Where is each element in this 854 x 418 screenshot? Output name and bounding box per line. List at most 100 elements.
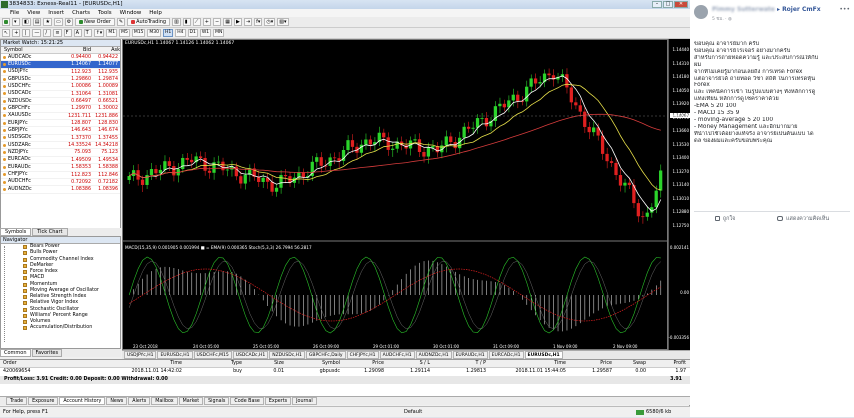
terminal-tab[interactable]: Market (178, 397, 204, 405)
periods-button[interactable]: ◷▾ (264, 18, 276, 26)
chart-tab[interactable]: USDJPYc,H1 (124, 351, 157, 359)
terminal-tab[interactable]: Mailbox (151, 397, 178, 405)
timeframe-d1[interactable]: D1 (187, 29, 198, 37)
column-header[interactable]: Time (486, 360, 566, 367)
market-watch-button[interactable]: ◧ (22, 18, 31, 26)
chart-tab[interactable]: USDCADc,H1 (232, 351, 269, 359)
terminal-button[interactable]: ▭ (53, 18, 63, 26)
chart-shift-button[interactable]: ⇥ (243, 18, 253, 26)
terminal-tab[interactable]: Experts (264, 397, 292, 405)
column-header[interactable]: S / L (384, 360, 430, 367)
chart-tab[interactable]: CHFJPYc,H1 (346, 351, 379, 359)
minimize-button[interactable]: – (652, 1, 662, 8)
indicators-button[interactable]: f▾ (254, 18, 263, 26)
text-button[interactable]: A (73, 29, 82, 37)
menu-help[interactable]: Help (149, 9, 162, 17)
timeframe-m15[interactable]: M15 (131, 29, 146, 37)
tab-symbols[interactable]: Symbols (0, 228, 32, 236)
chart-tab[interactable]: EURAUDc,H1 (452, 351, 488, 359)
horizontal-line-button[interactable]: — (32, 29, 42, 37)
timeframe-h4[interactable]: H4 (175, 29, 186, 37)
terminal-tab[interactable]: Account History (59, 397, 106, 405)
terminal-tab[interactable]: Signals (204, 397, 230, 405)
navigator-item[interactable]: Accumulation/Distribution (23, 325, 120, 331)
chart-tab[interactable]: AUDNZDc,H1 (415, 351, 452, 359)
timeframe-m5[interactable]: M5 (119, 29, 130, 37)
column-header[interactable]: Swap (612, 360, 646, 367)
column-header[interactable]: Price (340, 360, 384, 367)
price-axis[interactable]: 1.14067 1.14440 1.14310 1.14180 1.14050 1.13… (668, 39, 690, 350)
avatar[interactable] (694, 5, 708, 19)
crosshair-button[interactable]: + (12, 29, 21, 37)
tile-button[interactable]: ▦ (223, 18, 232, 26)
column-header[interactable]: Size (242, 360, 284, 367)
col-ask[interactable]: Ask (91, 47, 120, 53)
comment-button[interactable]: แสดงความคิดเห็น (777, 215, 829, 223)
timeframe-m30[interactable]: M30 (147, 29, 162, 37)
candlestick-button[interactable]: ▮ (182, 18, 191, 26)
tab-favorites[interactable]: Favorites (31, 349, 63, 357)
table-row[interactable]: 420069654 2018.11.01 14:42:02 buy 0.01 gbpus… (0, 368, 690, 376)
metaeditor-button[interactable]: ✎ (116, 18, 126, 26)
new-chart-button[interactable] (2, 18, 10, 26)
terminal-tab[interactable]: News (106, 397, 128, 405)
maximize-button[interactable]: □ (663, 1, 673, 8)
trendline-button[interactable]: / (43, 29, 52, 37)
menu-insert[interactable]: Insert (48, 9, 64, 17)
terminal-tab[interactable]: Alerts (128, 397, 151, 405)
more-options-icon[interactable]: ••• (839, 6, 850, 13)
column-header[interactable]: Time (50, 360, 182, 367)
author-page-name[interactable]: Rojer CmFx (782, 6, 821, 13)
label-button[interactable]: T (83, 29, 92, 37)
column-header[interactable]: Profit (646, 360, 686, 367)
col-symbol[interactable]: Symbol (1, 47, 61, 53)
arrows-button[interactable]: ↑▾ (93, 29, 105, 37)
terminal-tab[interactable]: Trade (6, 397, 28, 405)
timeframe-h1[interactable]: H1 (163, 29, 174, 37)
column-header[interactable]: Order (0, 360, 50, 367)
autoscroll-button[interactable]: ▶ (233, 18, 242, 26)
line-chart-button[interactable]: ⟋ (192, 18, 201, 26)
channel-button[interactable]: ≡ (53, 29, 62, 37)
column-header[interactable]: Price (566, 360, 612, 367)
column-header[interactable]: T / P (430, 360, 487, 367)
tester-button[interactable]: ⚙ (64, 18, 74, 26)
tab-common[interactable]: Common (0, 349, 31, 357)
timeframe-w1[interactable]: W1 (199, 29, 212, 37)
like-button[interactable]: ถูกใจ (714, 215, 735, 223)
menu-tools[interactable]: Tools (98, 9, 112, 17)
col-bid[interactable]: Bid (61, 47, 91, 53)
zoom-out-button[interactable]: − (213, 18, 222, 26)
chart-tab[interactable]: EURUSDc,H1 (157, 351, 193, 359)
timeframe-mn[interactable]: MN (213, 29, 225, 37)
new-order-button[interactable]: New Order (75, 18, 115, 26)
menu-view[interactable]: View (27, 9, 40, 17)
column-header[interactable]: Type (182, 360, 242, 367)
close-button[interactable]: ✕ (674, 1, 688, 8)
post-author[interactable]: Pimmy Sutterwate ▸ Rojer CmFx (712, 6, 821, 13)
cursor-button[interactable]: ↖ (2, 29, 11, 37)
profiles-button[interactable]: ▾ (12, 18, 20, 26)
menu-window[interactable]: Window (120, 9, 142, 17)
menu-charts[interactable]: Charts (72, 9, 90, 17)
data-window-button[interactable]: ▤ (32, 18, 42, 26)
chart-window[interactable]: 23 Oct 2018 24 Oct 05:00 25 Oct 05:00 26 Oc… (122, 39, 669, 351)
navigator-button[interactable]: ★ (43, 18, 52, 26)
timeframe-m1[interactable]: M1 (106, 29, 118, 37)
chart-tab[interactable]: GBPCHFc,Daily (305, 351, 346, 359)
menu-file[interactable]: File (10, 9, 19, 17)
fibonacci-button[interactable]: F (63, 29, 72, 37)
terminal-tab[interactable]: Code Base (230, 397, 264, 405)
autotrading-button[interactable]: AutoTrading (127, 18, 171, 26)
templates-button[interactable]: ▧▾ (277, 18, 289, 26)
chart-tab[interactable]: EURUSDc,H1 (524, 351, 563, 359)
chart-tab[interactable]: NZDUSDc,H1 (269, 351, 305, 359)
column-header[interactable]: Symbol (284, 360, 340, 367)
chart-tab[interactable]: EURCADc,H1 (488, 351, 524, 359)
price-chart[interactable]: 23 Oct 2018 24 Oct 05:00 25 Oct 05:00 26 Oc… (123, 40, 669, 351)
terminal-tab[interactable]: Journal (292, 397, 317, 405)
chart-tab[interactable]: USDCHFc,M15 (193, 351, 232, 359)
terminal-tab[interactable]: Exposure (28, 397, 59, 405)
zoom-in-button[interactable]: + (202, 18, 211, 26)
list-item[interactable]: AUDNZDc 1.08386 1.08396 (1, 186, 120, 194)
